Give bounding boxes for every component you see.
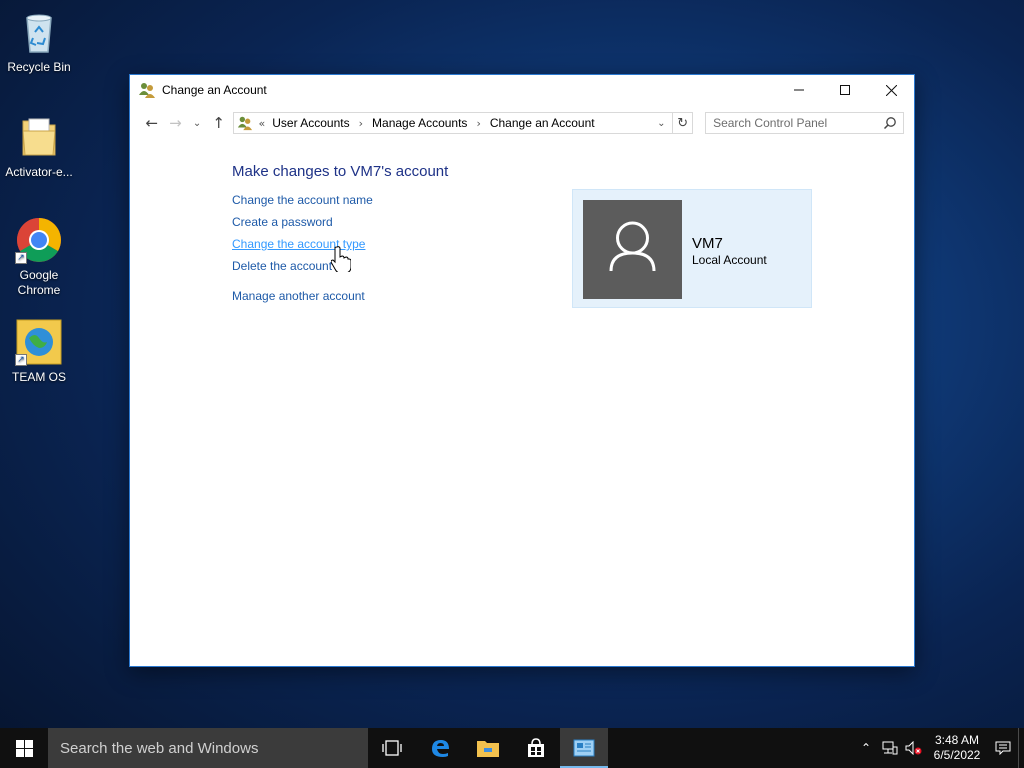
shortcut-arrow-icon: ↗: [15, 354, 27, 366]
create-password-link[interactable]: Create a password: [232, 215, 448, 229]
recycle-bin-icon: [15, 8, 63, 56]
desktop-icon-activator[interactable]: Activator-e...: [0, 113, 78, 180]
system-tray: ⌃ 3:48 AM 6/5/2022: [854, 728, 1024, 768]
desktop-icon-label: Recycle Bin: [7, 60, 71, 74]
forward-button[interactable]: →: [164, 111, 188, 135]
desktop-icon-team-os[interactable]: ↗ TEAM OS: [0, 318, 78, 385]
address-toolbar: ← → ⌄ ↑ « User Accounts › Manage Account…: [130, 105, 914, 141]
refresh-icon: ↻: [677, 115, 689, 131]
folder-icon: [15, 113, 63, 161]
maximize-button[interactable]: [822, 75, 868, 105]
address-bar[interactable]: « User Accounts › Manage Accounts › Chan…: [232, 112, 674, 134]
search-box[interactable]: [705, 112, 904, 134]
edge-icon: [432, 740, 449, 757]
taskbar-control-panel[interactable]: [560, 728, 608, 768]
arrow-right-icon: →: [169, 114, 182, 132]
task-view-button[interactable]: [368, 728, 416, 768]
desktop-icon-recycle-bin[interactable]: Recycle Bin: [0, 8, 78, 75]
avatar: [583, 200, 682, 299]
desktop-icon-google-chrome[interactable]: ↗ Google Chrome: [0, 216, 78, 298]
manage-another-account-link[interactable]: Manage another account: [232, 289, 448, 303]
search-icon[interactable]: [883, 116, 897, 130]
clock-date: 6/5/2022: [933, 748, 981, 762]
account-name: VM7: [692, 235, 723, 252]
chevron-right-icon[interactable]: ›: [476, 117, 480, 130]
account-type: Local Account: [692, 253, 767, 267]
desktop-icon-label: Activator-e...: [5, 165, 73, 179]
show-desktop-button[interactable]: [1018, 728, 1024, 768]
taskbar-search-box[interactable]: Search the web and Windows: [48, 728, 368, 768]
change-account-window: Change an Account ← → ⌄ ↑ « User Account…: [129, 74, 915, 667]
search-input[interactable]: [713, 116, 884, 130]
desktop-icon-label: Google Chrome: [17, 268, 61, 297]
show-hidden-icons-button[interactable]: ⌃: [854, 728, 878, 768]
chevron-up-icon: ⌃: [860, 741, 872, 755]
user-accounts-icon: [138, 81, 156, 99]
hand-cursor-icon: [330, 246, 352, 274]
page-title: Make changes to VM7's account: [232, 163, 449, 180]
user-accounts-icon: [237, 115, 253, 131]
network-icon[interactable]: [878, 728, 902, 768]
windows-logo-icon: [15, 739, 33, 757]
chevron-right-icon[interactable]: ›: [359, 117, 363, 130]
recent-locations-button[interactable]: ⌄: [187, 111, 207, 135]
change-account-name-link[interactable]: Change the account name: [232, 193, 448, 207]
account-card: VM7 Local Account: [572, 189, 812, 308]
clock-time: 3:48 AM: [934, 733, 980, 747]
up-button[interactable]: ↑: [207, 111, 231, 135]
clock[interactable]: 3:48 AM 6/5/2022: [926, 733, 988, 763]
breadcrumb-manage-accounts[interactable]: Manage Accounts: [372, 116, 467, 130]
taskbar-edge[interactable]: [416, 728, 464, 768]
back-button[interactable]: ←: [140, 111, 164, 135]
breadcrumb-change-an-account[interactable]: Change an Account: [490, 116, 595, 130]
action-center-icon: [995, 741, 1011, 755]
address-dropdown-button[interactable]: ⌄: [650, 113, 672, 133]
arrow-left-icon: ←: [145, 114, 159, 132]
user-icon: [609, 221, 656, 272]
chevron-down-icon: ⌄: [192, 117, 202, 129]
volume-muted-icon[interactable]: [902, 728, 926, 768]
breadcrumb-user-accounts[interactable]: User Accounts: [272, 116, 349, 130]
window-title: Change an Account: [162, 83, 267, 97]
arrow-up-icon: ↑: [212, 114, 225, 132]
taskbar: Search the web and Windows ⌃ 3:48 AM 6/5…: [0, 728, 1024, 768]
desktop-icon-label: TEAM OS: [11, 370, 66, 384]
main-content: Make changes to VM7's account Change the…: [232, 163, 448, 311]
globe-icon: ↗: [15, 318, 63, 366]
store-icon: [528, 738, 544, 757]
action-center-button[interactable]: [988, 728, 1018, 768]
minimize-button[interactable]: [776, 75, 822, 105]
breadcrumb-overflow[interactable]: «: [259, 117, 266, 130]
file-explorer-icon: [477, 741, 499, 757]
title-bar[interactable]: Change an Account: [130, 75, 914, 105]
task-view-icon: [382, 740, 402, 756]
start-button[interactable]: [0, 728, 48, 768]
taskbar-store[interactable]: [512, 728, 560, 768]
taskbar-file-explorer[interactable]: [464, 728, 512, 768]
shortcut-arrow-icon: ↗: [15, 252, 27, 264]
control-panel-icon: [573, 739, 595, 757]
close-button[interactable]: [868, 75, 914, 105]
chrome-icon: ↗: [15, 216, 63, 264]
refresh-button[interactable]: ↻: [673, 112, 694, 134]
